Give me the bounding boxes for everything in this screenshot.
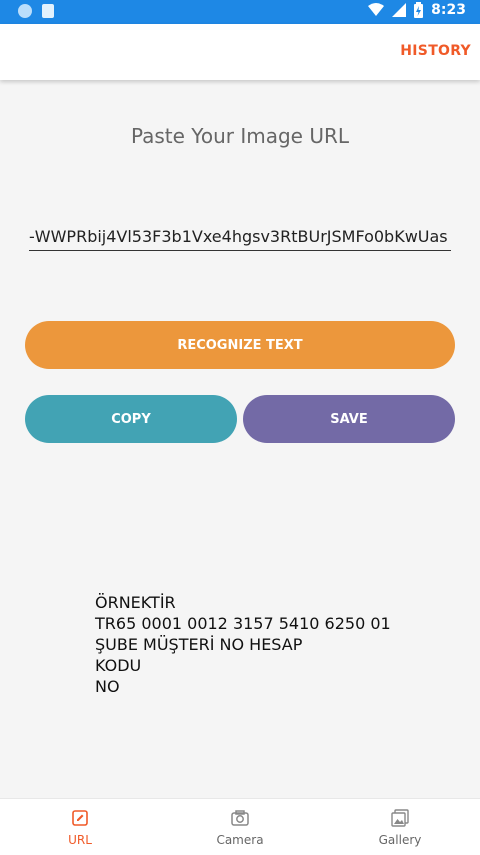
camera-icon: [231, 810, 249, 826]
battery-icon: [414, 2, 424, 18]
url-input[interactable]: [29, 222, 451, 251]
nav-item-gallery[interactable]: Gallery: [320, 799, 480, 855]
status-right-icons: 8:23: [368, 2, 466, 18]
history-button[interactable]: HISTORY: [400, 43, 471, 59]
wifi-icon: [368, 3, 385, 16]
recognized-text: ÖRNEKTİR TR65 0001 0012 3157 5410 6250 0…: [95, 592, 391, 697]
result-line: NO: [95, 677, 120, 696]
result-line: KODU: [95, 656, 142, 675]
nav-item-camera[interactable]: Camera: [160, 799, 320, 855]
status-time: 8:23: [431, 2, 466, 18]
status-left-icons: [18, 4, 54, 18]
nav-item-url[interactable]: URL: [0, 799, 160, 855]
recognize-text-button[interactable]: RECOGNIZE TEXT: [25, 321, 455, 369]
app-bar: HISTORY: [0, 24, 480, 80]
edit-icon: [72, 810, 88, 826]
nav-label-url: URL: [68, 833, 92, 847]
signal-icon: [392, 3, 407, 17]
copy-button[interactable]: COPY: [25, 395, 237, 443]
bottom-navigation: URL Camera Gallery: [0, 798, 480, 855]
sd-card-icon: [42, 4, 54, 18]
notification-dot-icon: [18, 4, 32, 18]
nav-label-camera: Camera: [216, 833, 264, 847]
save-button[interactable]: SAVE: [243, 395, 455, 443]
gallery-icon: [391, 809, 409, 827]
result-line: ŞUBE MÜŞTERİ NO HESAP: [95, 635, 303, 654]
nav-label-gallery: Gallery: [378, 833, 422, 847]
page-title: Paste Your Image URL: [130, 124, 350, 148]
status-bar: 8:23: [0, 0, 480, 24]
result-line: TR65 0001 0012 3157 5410 6250 01: [95, 614, 391, 633]
result-line: ÖRNEKTİR: [95, 593, 176, 612]
